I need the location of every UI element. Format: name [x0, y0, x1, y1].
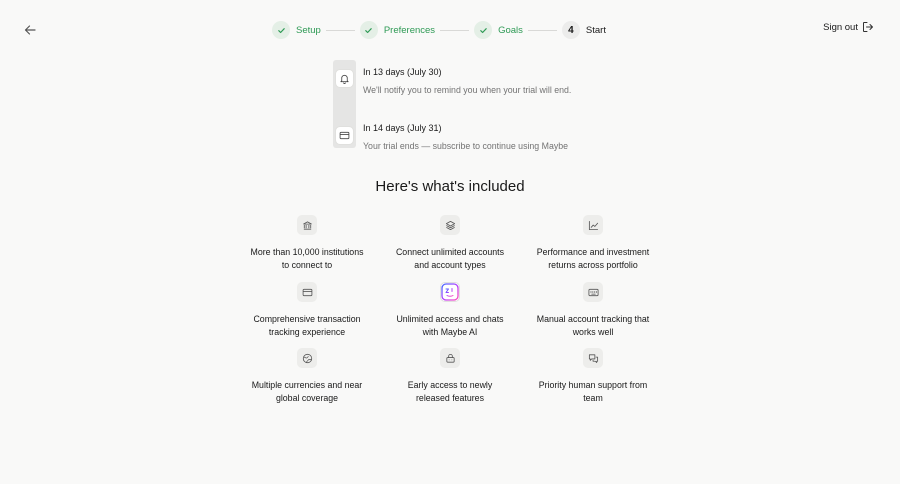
- bell-icon: [335, 69, 354, 88]
- sign-out-icon: [863, 22, 873, 32]
- line-chart-icon: [583, 215, 603, 235]
- credit-card-icon: [335, 126, 354, 145]
- feature-text-line: tracking experience: [268, 326, 346, 337]
- layers-icon: [440, 215, 460, 235]
- messages-icon: [583, 348, 603, 368]
- feature-text-line: Priority human support from: [538, 380, 648, 390]
- bank-icon: [297, 215, 317, 235]
- bot-icon: [440, 348, 460, 368]
- globe-icon: [297, 348, 317, 368]
- step-label: Setup: [296, 24, 321, 36]
- step-label: Start: [585, 24, 606, 36]
- feature-text-line: released features: [416, 392, 484, 403]
- timeline-title: In 14 days (July 31): [363, 123, 442, 133]
- feature-text-line: Early access to newly: [407, 380, 493, 390]
- back-button[interactable]: [20, 20, 40, 40]
- step-preferences[interactable]: Preferences: [359, 21, 436, 39]
- section-title: Here's what's included: [375, 178, 525, 195]
- feature-text-line: Comprehensive transaction: [253, 314, 361, 324]
- timeline-track: [333, 60, 356, 148]
- onboarding-stepper: Setup Preferences Goals 4 Start: [272, 20, 606, 40]
- feature-text-line: Multiple currencies and near: [251, 380, 363, 390]
- feature-item: Early access to newly released features: [375, 348, 525, 404]
- arrow-left-icon: [24, 25, 36, 35]
- check-icon: [474, 21, 493, 39]
- step-setup[interactable]: Setup: [272, 21, 321, 39]
- feature-text-line: and account types: [414, 259, 486, 270]
- sign-out-button[interactable]: Sign out: [823, 21, 874, 33]
- ai-face-icon: [440, 282, 460, 302]
- timeline-title: In 13 days (July 30): [363, 67, 442, 77]
- feature-text-line: to connect to: [281, 259, 333, 270]
- feature-text-line: returns across portfolio: [548, 259, 638, 270]
- feature-text-line: global coverage: [275, 392, 339, 403]
- keyboard-icon: [583, 282, 603, 302]
- feature-text-line: More than 10,000 institutions: [250, 247, 364, 257]
- timeline-description: Your trial ends — subscribe to continue …: [363, 141, 569, 151]
- feature-item: Manual account tracking that works well: [518, 282, 668, 338]
- step-start[interactable]: 4 Start: [561, 21, 606, 39]
- step-label: Preferences: [383, 24, 436, 36]
- credit-card-icon: [297, 282, 317, 302]
- check-icon: [272, 21, 290, 39]
- feature-text-line: team: [583, 392, 603, 403]
- feature-text-line: Unlimited access and chats: [396, 314, 504, 324]
- step-connector: [527, 29, 557, 31]
- feature-item: Multiple currencies and near global cover…: [232, 348, 382, 404]
- step-connector: [440, 29, 470, 31]
- feature-item: More than 10,000 institutions to connect …: [232, 215, 382, 271]
- feature-item: Connect unlimited accounts and account ty…: [375, 215, 525, 271]
- feature-item: Priority human support from team: [518, 348, 668, 404]
- timeline-item: In 13 days (July 30) We'll notify you to…: [363, 67, 571, 95]
- feature-item: Comprehensive transaction tracking experi…: [232, 282, 382, 338]
- feature-item: Performance and investment returns across…: [518, 215, 668, 271]
- feature-text-line: with Maybe AI: [422, 326, 478, 337]
- feature-text-line: Connect unlimited accounts: [395, 247, 505, 257]
- step-label: Goals: [498, 24, 523, 36]
- step-number: 4: [561, 21, 580, 39]
- timeline-item: In 14 days (July 31) Your trial ends — s…: [363, 123, 568, 151]
- step-connector: [325, 29, 355, 31]
- feature-item: Unlimited access and chats with Maybe AI: [375, 282, 525, 338]
- timeline-description: We'll notify you to remind you when your…: [363, 85, 572, 95]
- step-goals[interactable]: Goals: [474, 21, 523, 39]
- feature-text-line: Performance and investment: [536, 247, 650, 257]
- sign-out-label: Sign out: [823, 21, 858, 33]
- check-icon: [359, 21, 378, 39]
- feature-text-line: Manual account tracking that: [536, 314, 650, 324]
- feature-text-line: works well: [572, 326, 614, 337]
